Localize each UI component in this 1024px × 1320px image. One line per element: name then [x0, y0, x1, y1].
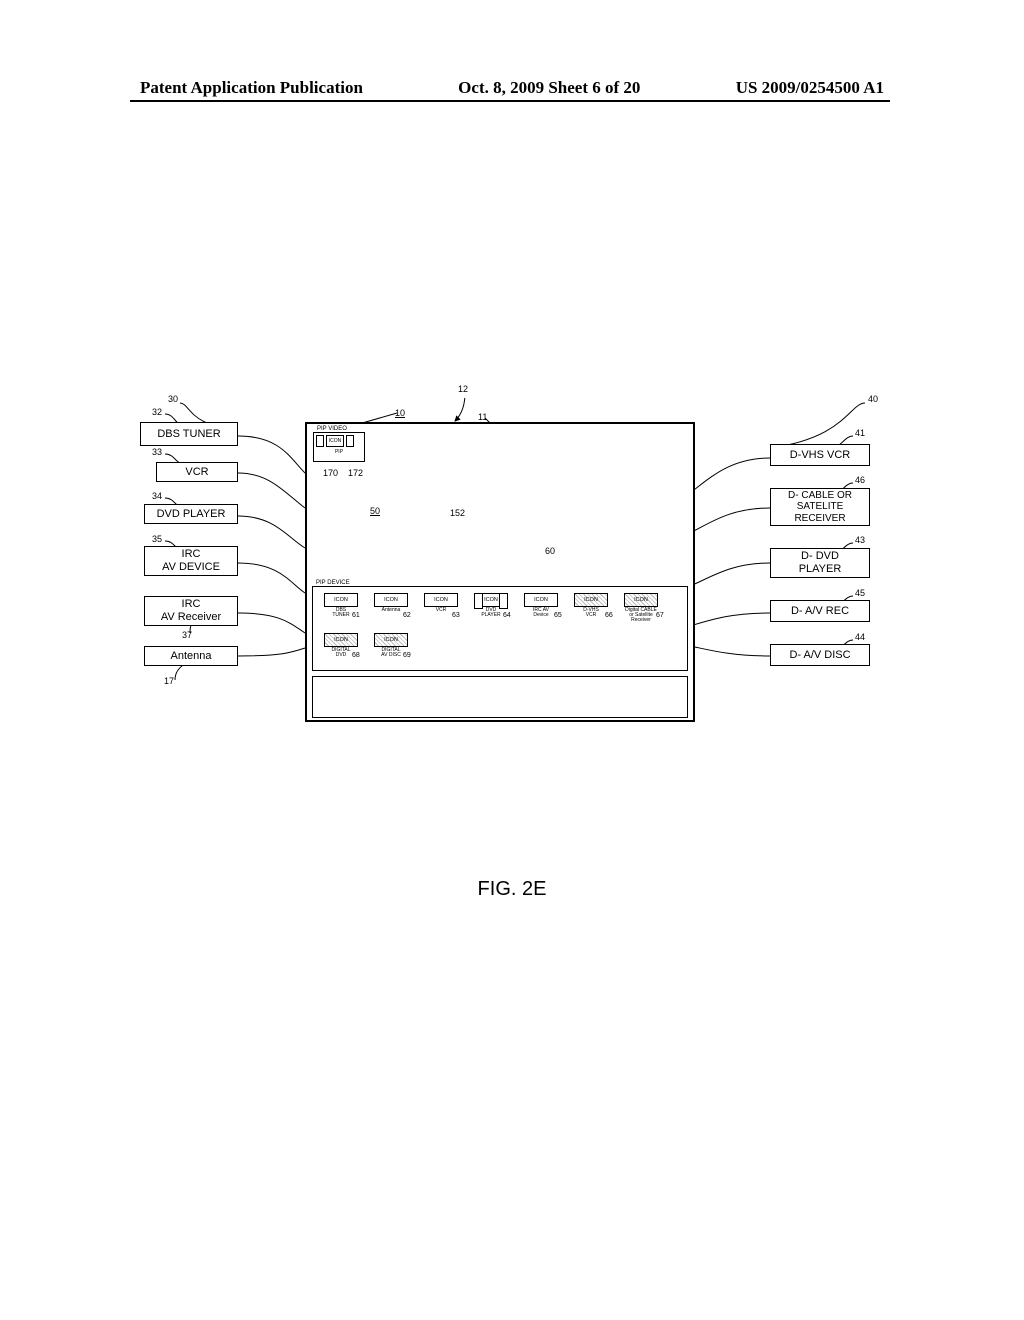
icon-label-62: Antenna — [382, 608, 401, 613]
ref-40: 40 — [868, 394, 878, 404]
header-rule — [130, 100, 890, 102]
num-62: 62 — [403, 612, 411, 619]
ref-32: 32 — [152, 407, 162, 417]
icon-label-63: VCR — [436, 608, 447, 613]
pip-device-title: PIP DEVICE — [315, 580, 351, 586]
ref-12: 12 — [458, 384, 468, 394]
device-dvd-player: DVD PLAYER — [144, 504, 238, 524]
icon-61: ICON — [324, 593, 358, 607]
device-dbs-tuner: DBS TUNER — [140, 422, 238, 446]
header-right: US 2009/0254500 A1 — [736, 78, 884, 98]
ref-10: 10 — [395, 408, 405, 418]
num-64: 64 — [503, 612, 511, 619]
icon-label-61: DBS TUNER — [332, 608, 349, 618]
icon-68: ICON — [324, 633, 358, 647]
icon-label-64: DVD PLAYER — [481, 608, 500, 618]
icon-row-1: ICON DBS TUNER ICON Antenna ICON VCR ICO… — [313, 587, 687, 623]
pip-icon: ICON — [326, 435, 344, 447]
num-65: 65 — [554, 612, 562, 619]
ref-11: 11 — [478, 412, 487, 422]
num-61: 61 — [352, 612, 360, 619]
device-d-av-rec: D- A/V REC — [770, 600, 870, 622]
device-irc-av-receiver: IRC AV Receiver — [144, 596, 238, 626]
ref-30: 30 — [168, 394, 178, 404]
pip-side-icon-left — [316, 435, 324, 447]
header-left: Patent Application Publication — [140, 78, 363, 98]
icon-label-68: DIGITAL DVD — [331, 648, 350, 658]
icon-row-2: ICON DIGITAL DVD ICON DIGITAL AV DISC — [313, 623, 687, 658]
ref-172: 172 — [348, 468, 363, 478]
figure-2e: DBS TUNER VCR DVD PLAYER IRC AV DEVICE I… — [130, 398, 890, 828]
ref-170: 170 — [323, 468, 338, 478]
ref-60: 60 — [545, 546, 555, 556]
icon-66: ICON — [574, 593, 608, 607]
num-63: 63 — [452, 612, 460, 619]
icon-label-65: IRC AV Device — [533, 608, 549, 618]
device-irc-av-device: IRC AV DEVICE — [144, 546, 238, 576]
pip-video-box: PIP VIDEO ICON PIP — [313, 432, 365, 462]
device-d-cable-sat: D- CABLE OR SATELITE RECEIVER — [770, 488, 870, 526]
bottom-empty-panel — [312, 676, 688, 718]
pip-device-panel: PIP DEVICE ICON DBS TUNER ICON Antenna I… — [312, 586, 688, 671]
icon-64: ICON — [474, 593, 508, 607]
device-vcr: VCR — [156, 462, 238, 482]
icon-label-67: Digital CABLE or Satellite Receiver — [625, 608, 657, 623]
device-antenna: Antenna — [144, 646, 238, 666]
ref-44: 44 — [855, 632, 865, 642]
num-69: 69 — [403, 652, 411, 659]
ref-41: 41 — [855, 428, 865, 438]
icon-label-66: D-VHS VCR — [583, 608, 599, 618]
figure-caption: FIG. 2E — [0, 878, 1024, 901]
num-68: 68 — [352, 652, 360, 659]
num-66: 66 — [605, 612, 613, 619]
header-center: Oct. 8, 2009 Sheet 6 of 20 — [458, 78, 640, 98]
icon-label-69: DIGITAL AV DISC — [381, 648, 401, 658]
ref-45: 45 — [855, 588, 865, 598]
pip-sublabel: PIP — [314, 449, 364, 455]
device-d-av-disc: D- A/V DISC — [770, 644, 870, 666]
icon-69: ICON — [374, 633, 408, 647]
num-67: 67 — [656, 612, 664, 619]
device-dvhs-vcr: D-VHS VCR — [770, 444, 870, 466]
icon-63: ICON — [424, 593, 458, 607]
pip-video-title: PIP VIDEO — [316, 426, 348, 432]
ref-46: 46 — [855, 475, 865, 485]
icon-67: ICON — [624, 593, 658, 607]
ref-152: 152 — [450, 508, 465, 518]
ref-43: 43 — [855, 535, 865, 545]
device-d-dvd-player: D- DVD PLAYER — [770, 548, 870, 578]
ref-37: 37 — [182, 630, 192, 640]
ref-34: 34 — [152, 491, 162, 501]
icon-65: ICON — [524, 593, 558, 607]
ref-17: 17 — [164, 676, 174, 686]
ref-33: 33 — [152, 447, 162, 457]
page-header: Patent Application Publication Oct. 8, 2… — [0, 78, 1024, 98]
ref-35: 35 — [152, 534, 162, 544]
ref-50: 50 — [370, 506, 380, 516]
pip-side-icon-right — [346, 435, 354, 447]
icon-62: ICON — [374, 593, 408, 607]
icon-cell-67: ICON Digital CABLE or Satellite Receiver — [621, 593, 661, 623]
